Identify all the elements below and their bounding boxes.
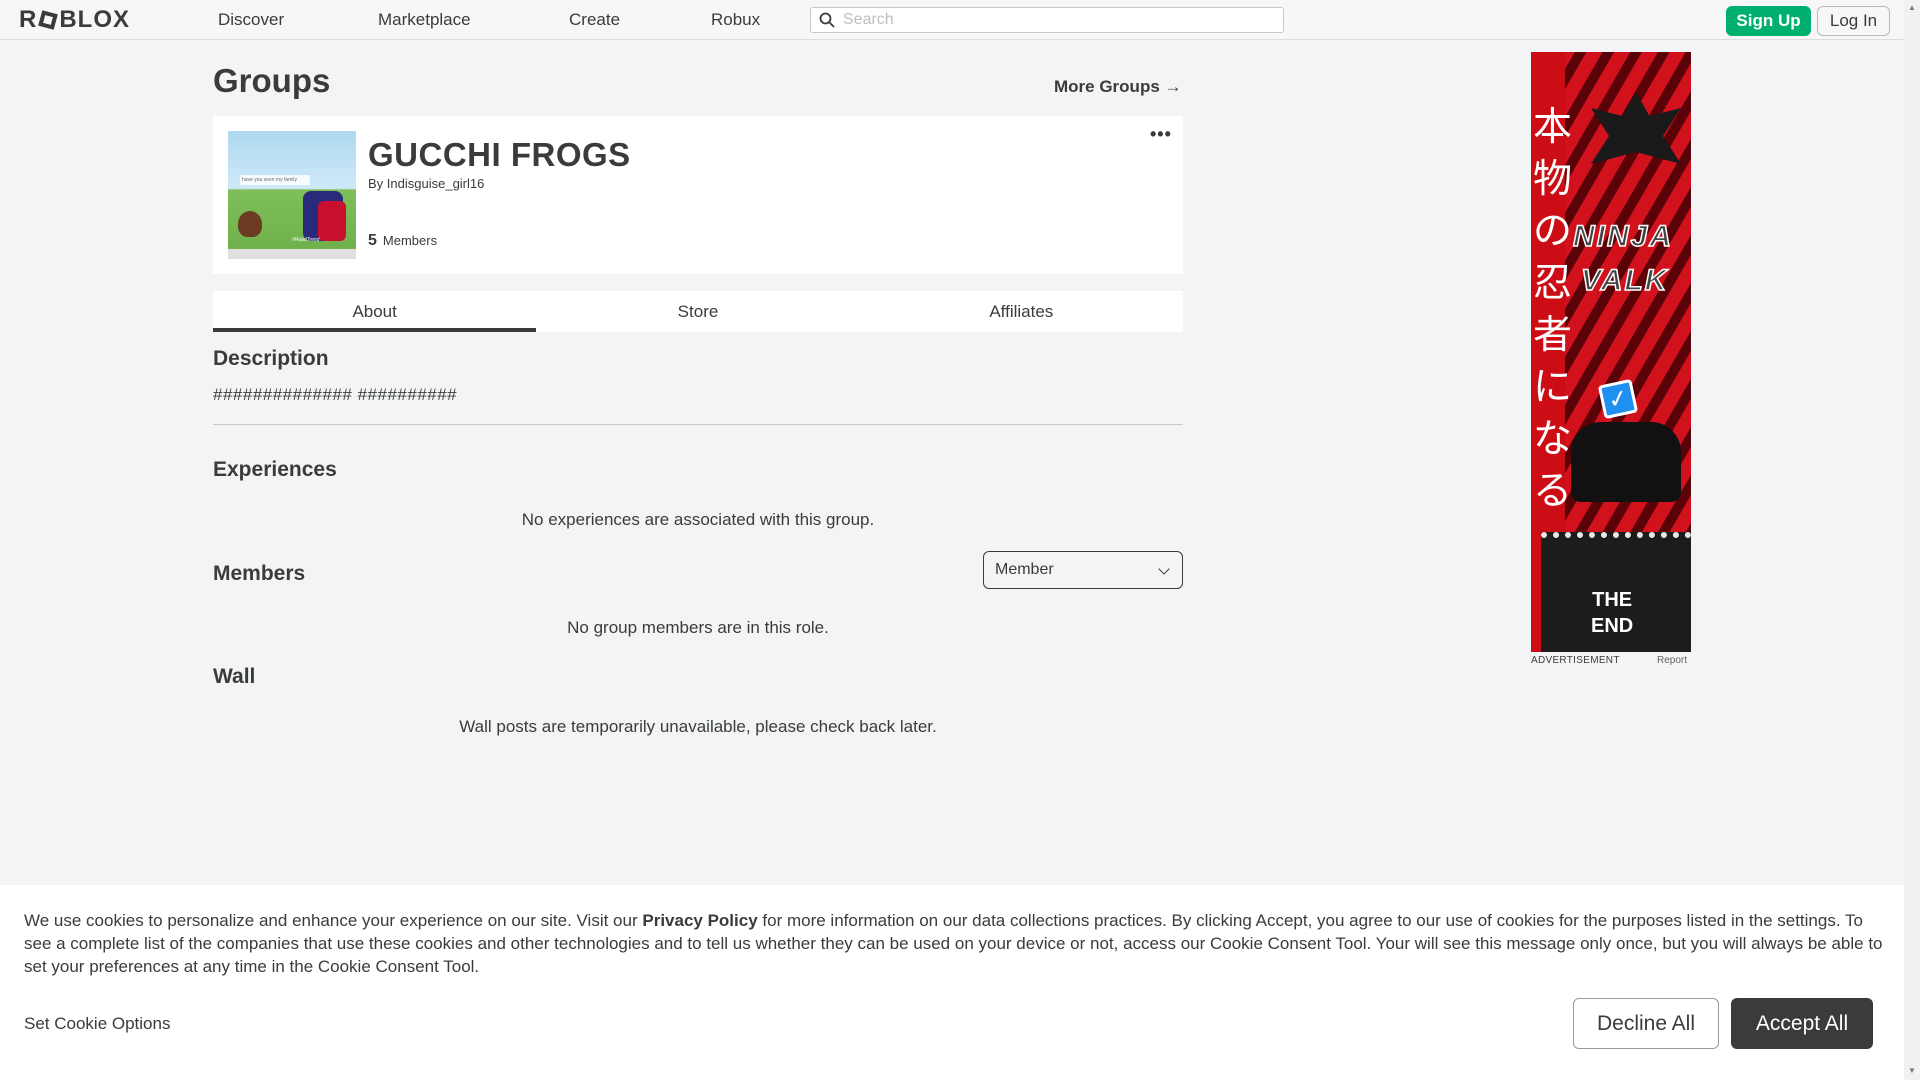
ad-shirt-line2: END <box>1591 615 1634 637</box>
description-text: ############## ########## <box>213 385 458 404</box>
ad-shirt-line1: THE <box>1592 589 1633 611</box>
chevron-down-icon <box>1158 563 1170 575</box>
privacy-policy-link[interactable]: Privacy Policy <box>642 911 757 930</box>
description-heading: Description <box>213 347 329 370</box>
group-member-count: 5 Members <box>368 232 437 250</box>
search-input[interactable] <box>843 11 1263 29</box>
role-dropdown-value: Member <box>995 561 1054 578</box>
experiences-heading: Experiences <box>213 458 337 481</box>
group-tabs: About Store Affiliates <box>213 291 1183 332</box>
ad-ninja-headpiece <box>1591 92 1681 164</box>
nav-discover[interactable]: Discover <box>218 10 284 30</box>
ad-logo-line2: VALK <box>1580 263 1669 298</box>
members-heading: Members <box>213 562 306 585</box>
advertisement-banner[interactable]: 本物の忍者になる NINJA VALK ✓ THE END <box>1531 52 1691 652</box>
roblox-logo[interactable]: R BLOX <box>19 6 130 33</box>
scroll-up-arrow-icon[interactable]: ▲ <box>1908 3 1916 12</box>
group-owner-line: By Indisguise_girl16 <box>368 176 484 191</box>
nav-marketplace[interactable]: Marketplace <box>378 10 471 30</box>
accept-all-button[interactable]: Accept All <box>1731 998 1873 1049</box>
member-count-label: Members <box>382 233 438 248</box>
top-navigation: R BLOX Discover Marketplace Create Robux … <box>0 0 1904 40</box>
wall-unavailable-message: Wall posts are temporarily unavailable, … <box>459 717 937 736</box>
search-box <box>810 7 1284 33</box>
ad-ninja-mask <box>1571 422 1681 502</box>
thumb-caption: have you seen my family <box>240 175 310 185</box>
decline-all-button[interactable]: Decline All <box>1573 998 1719 1049</box>
group-name: GUCCHI FROGS <box>368 136 631 173</box>
group-emblem[interactable]: have you seen my family #RoadTrend <box>228 131 356 259</box>
ad-shirt-text: THE END <box>1591 587 1633 639</box>
tab-about[interactable]: About <box>213 291 537 332</box>
log-in-button[interactable]: Log In <box>1817 6 1890 36</box>
experiences-empty-message: No experiences are associated with this … <box>521 510 875 529</box>
page-title: Groups <box>213 62 331 99</box>
nav-create[interactable]: Create <box>569 10 620 30</box>
advertisement-label: ADVERTISEMENT <box>1531 655 1620 666</box>
wall-heading: Wall <box>213 665 256 688</box>
cookie-message: We use cookies to personalize and enhanc… <box>24 909 1884 978</box>
set-cookie-options-link[interactable]: Set Cookie Options <box>24 1014 170 1034</box>
cookie-text-part: We use cookies to personalize and enhanc… <box>24 911 643 930</box>
thumb-bottom-strip <box>228 249 356 259</box>
role-dropdown[interactable]: Member <box>983 551 1183 589</box>
verified-check-icon: ✓ <box>1597 378 1639 420</box>
cookie-consent-banner: We use cookies to personalize and enhanc… <box>0 885 1904 1080</box>
ad-logo-line1: NINJA <box>1572 219 1674 254</box>
by-label: By <box>368 176 384 191</box>
tab-affiliates[interactable]: Affiliates <box>860 291 1183 332</box>
group-owner-link[interactable]: Indisguise_girl16 <box>387 176 485 191</box>
ad-japanese-text: 本物の忍者になる <box>1533 105 1573 514</box>
members-empty-message: No group members are in this role. <box>567 618 829 637</box>
thumb-avatar-figure <box>318 201 346 241</box>
ad-report-link[interactable]: Report <box>1657 655 1687 666</box>
sign-up-button[interactable]: Sign Up <box>1726 6 1811 36</box>
search-icon <box>819 12 835 28</box>
group-header-card: have you seen my family #RoadTrend GUCCH… <box>213 116 1183 274</box>
section-divider <box>213 424 1183 425</box>
ellipsis-icon[interactable]: ••• <box>1150 125 1172 143</box>
tab-store[interactable]: Store <box>536 291 859 332</box>
thumb-chicken-figure <box>238 211 262 237</box>
scroll-down-arrow-icon[interactable]: ▼ <box>1908 1066 1916 1075</box>
thumb-tag: #RoadTrend <box>292 237 320 243</box>
more-groups-link[interactable]: More Groups → <box>1054 77 1182 97</box>
member-count-value: 5 <box>368 232 377 249</box>
page-scrollbar[interactable] <box>1904 0 1920 1080</box>
nav-robux[interactable]: Robux <box>711 10 760 30</box>
